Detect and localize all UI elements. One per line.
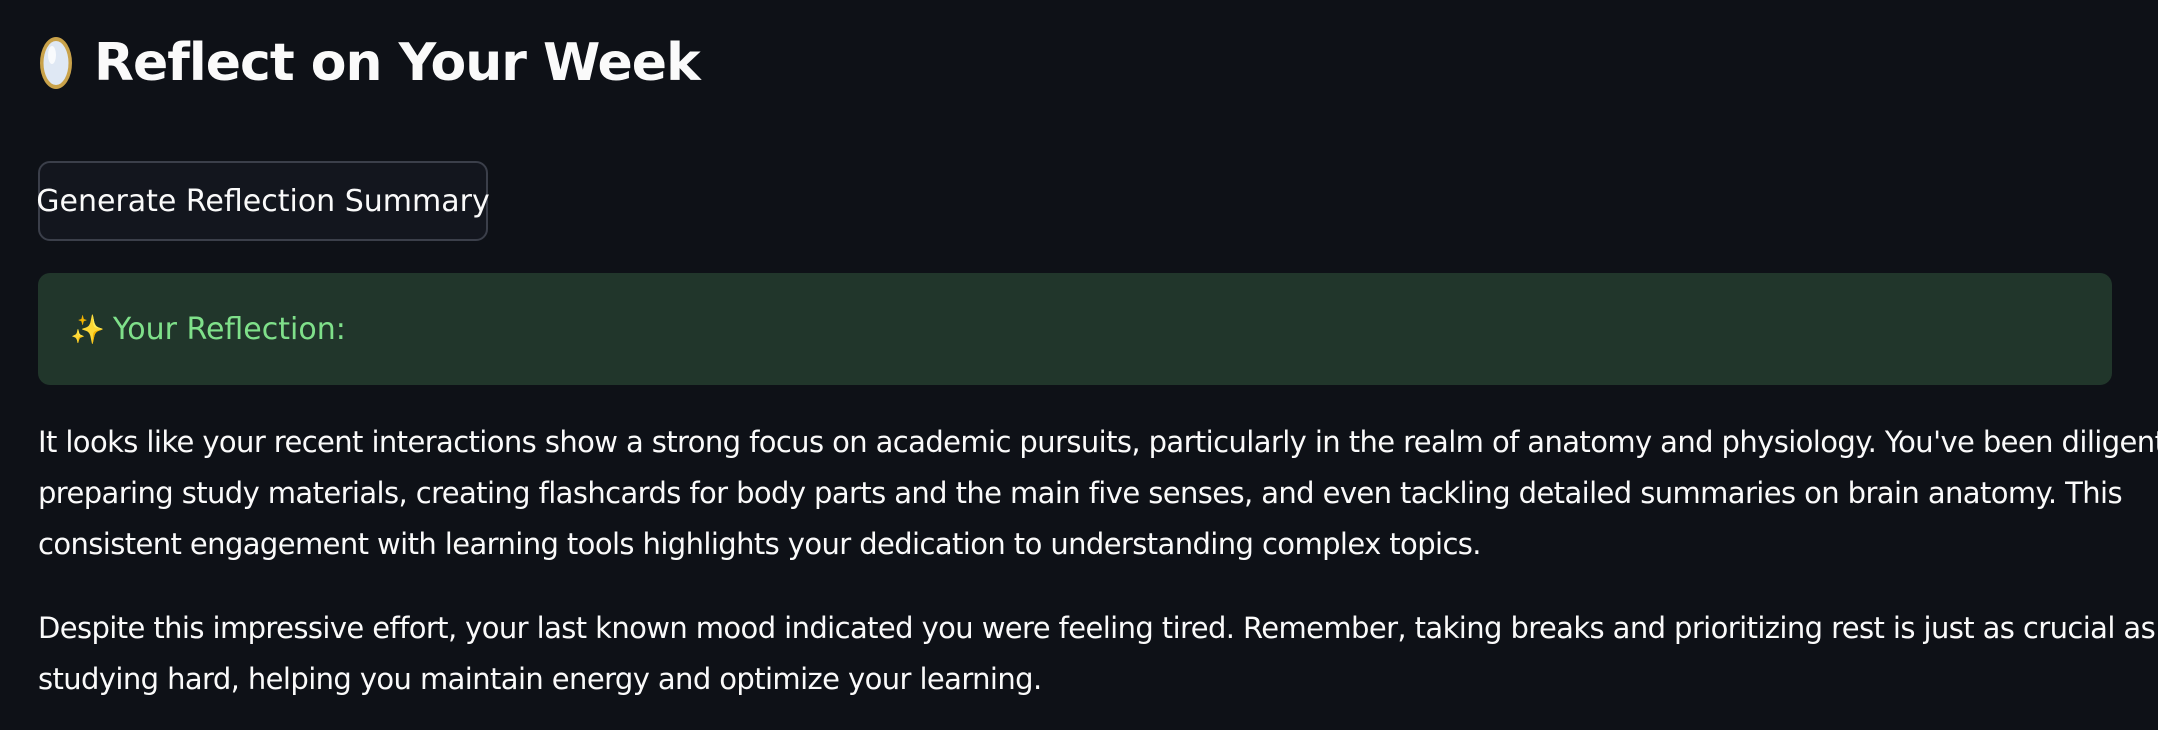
paragraph-line: consistent engagement with learning tool… xyxy=(38,527,1482,561)
reflection-paragraph-2: Despite this impressive effort, your las… xyxy=(38,603,2156,705)
paragraph-line: preparing study materials, creating flas… xyxy=(38,476,2123,510)
reflection-heading: Your Reflection: xyxy=(112,311,346,347)
page-title: Reflect on Your Week xyxy=(94,33,701,93)
sparkles-icon: ✨ xyxy=(70,312,105,346)
reflection-paragraph-1: It looks like your recent interactions s… xyxy=(38,417,2158,570)
mirror-icon xyxy=(38,35,74,91)
generate-reflection-button[interactable]: Generate Reflection Summary xyxy=(36,161,490,241)
paragraph-line: studying hard, helping you maintain ener… xyxy=(38,662,1042,696)
paragraph-line: It looks like your recent interactions s… xyxy=(38,425,2158,459)
reflection-page: Reflect on Your Week Generate Reflection… xyxy=(0,31,2158,730)
reflection-success-banner: ✨ Your Reflection: xyxy=(38,273,2112,385)
paragraph-line: Despite this impressive effort, your las… xyxy=(38,611,2156,645)
title-row: Reflect on Your Week xyxy=(38,31,2120,95)
